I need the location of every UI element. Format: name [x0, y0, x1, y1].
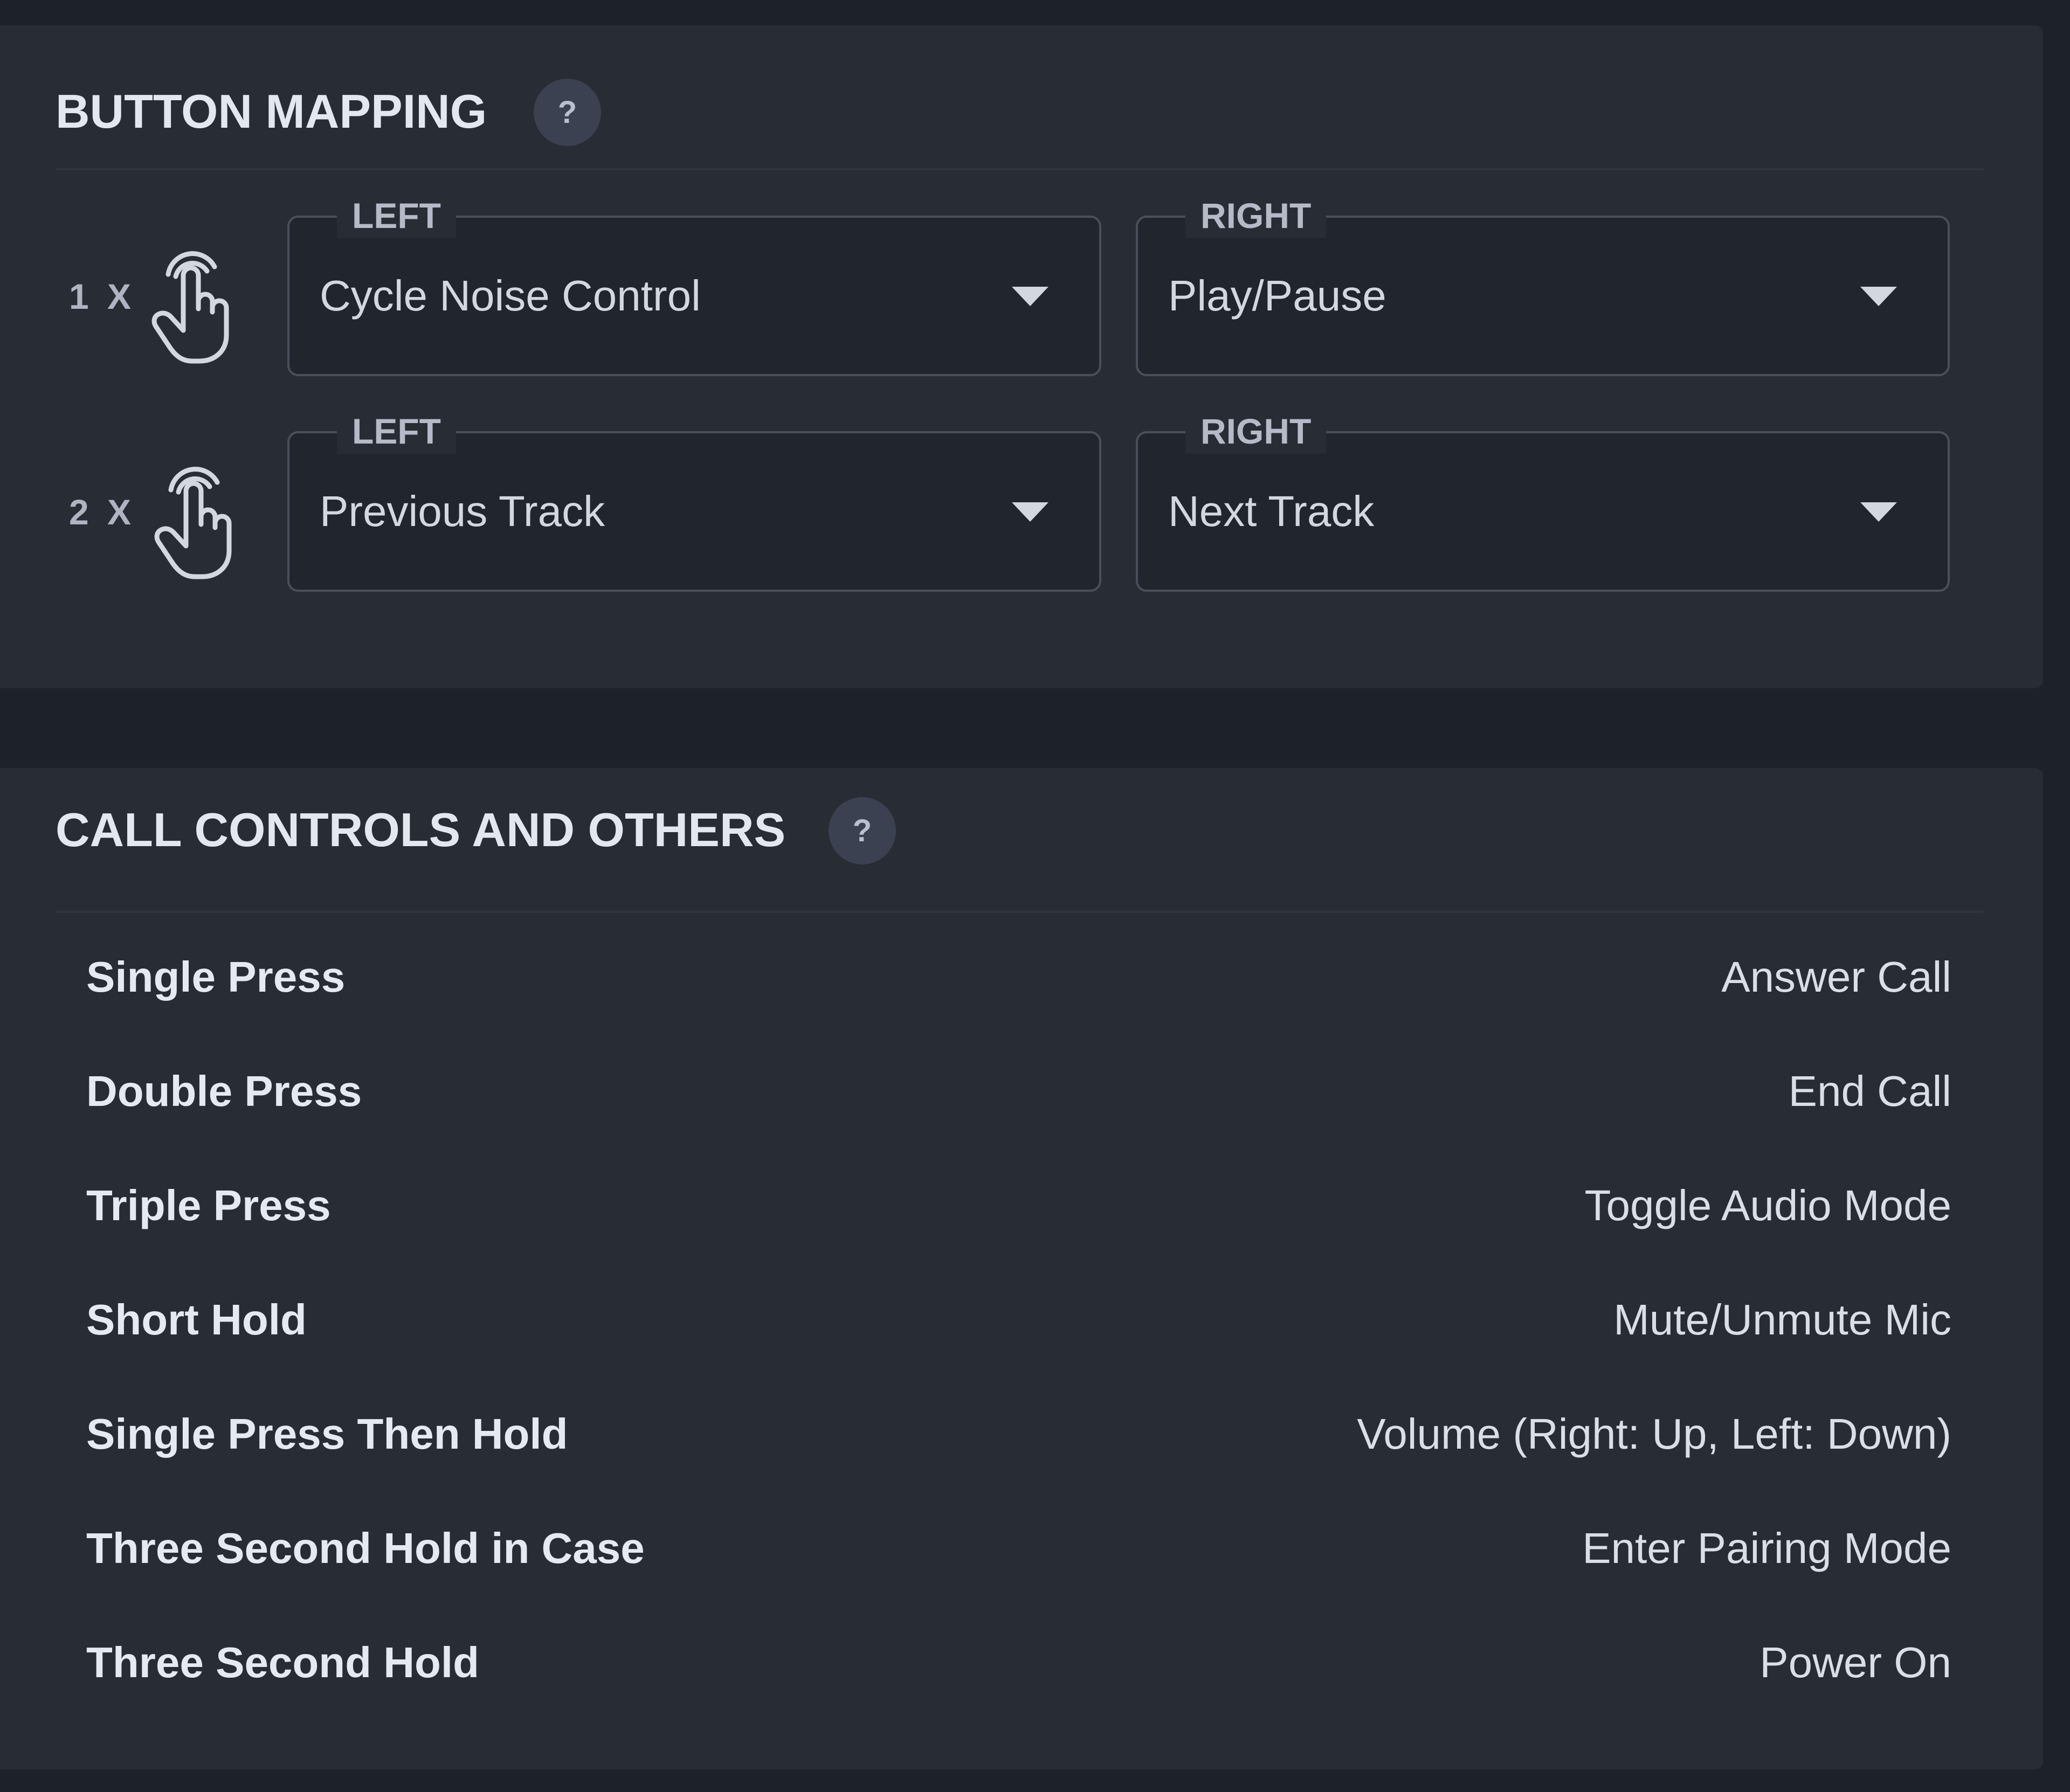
right-double-tap-value: Next Track [1168, 487, 1375, 535]
tap-hand-icon [151, 251, 229, 364]
call-result-value: Volume (Right: Up, Left: Down) [1357, 1410, 1951, 1458]
caret-down-icon [1012, 287, 1048, 306]
call-result-value: Answer Call [1721, 953, 1951, 1001]
button-mapping-title: BUTTON MAPPING [56, 85, 487, 138]
list-item: Triple Press Toggle Audio Mode [86, 1176, 1951, 1235]
left-double-tap-value: Previous Track [320, 487, 605, 535]
left-single-tap-value: Cycle Noise Control [320, 272, 701, 320]
call-action-label: Triple Press [86, 1181, 331, 1229]
caret-down-icon [1860, 287, 1897, 306]
button-mapping-help-icon[interactable]: ? [534, 79, 601, 146]
call-action-label: Double Press [86, 1067, 362, 1115]
call-action-label: Single Press [86, 953, 346, 1001]
tap-hand-icon [154, 467, 232, 579]
caret-down-icon [1012, 502, 1048, 522]
double-tap-label: 2 X [69, 492, 136, 532]
caret-down-icon [1860, 502, 1897, 522]
left-double-tap-select[interactable]: LEFT Previous Track [287, 409, 1101, 592]
call-result-value: Mute/Unmute Mic [1613, 1296, 1951, 1344]
call-controls-title: CALL CONTROLS AND OTHERS [56, 803, 786, 856]
list-item: Short Hold Mute/Unmute Mic [86, 1290, 1951, 1350]
list-item: Single Press Then Hold Volume (Right: Up… [86, 1404, 1951, 1464]
settings-page: BUTTON MAPPING ? 1 X LEFT Cycle Noise Co… [0, 0, 2070, 1792]
single-tap-label: 1 X [69, 276, 136, 316]
call-controls-panel: CALL CONTROLS AND OTHERS ? Single Press … [0, 768, 2043, 1769]
call-result-value: End Call [1788, 1067, 1951, 1115]
call-result-value: Enter Pairing Mode [1582, 1524, 1951, 1572]
left-single-tap-select[interactable]: LEFT Cycle Noise Control [287, 193, 1101, 376]
call-controls-divider [56, 911, 1984, 913]
list-item: Three Second Hold Power On [86, 1633, 1951, 1692]
call-action-label: Three Second Hold [86, 1638, 479, 1686]
call-result-value: Power On [1760, 1638, 1951, 1686]
call-action-label: Single Press Then Hold [86, 1410, 568, 1458]
call-action-label: Three Second Hold in Case [86, 1524, 645, 1572]
right-single-tap-select[interactable]: RIGHT Play/Pause [1136, 193, 1950, 376]
button-mapping-panel: BUTTON MAPPING ? 1 X LEFT Cycle Noise Co… [0, 25, 2043, 688]
right-double-tap-select[interactable]: RIGHT Next Track [1136, 409, 1950, 592]
list-item: Single Press Answer Call [86, 947, 1951, 1007]
call-controls-help-icon[interactable]: ? [829, 797, 896, 864]
call-result-value: Toggle Audio Mode [1584, 1181, 1951, 1229]
right-single-tap-value: Play/Pause [1168, 272, 1386, 320]
list-item: Double Press End Call [86, 1062, 1951, 1121]
list-item: Three Second Hold in Case Enter Pairing … [86, 1519, 1951, 1578]
call-action-label: Short Hold [86, 1296, 307, 1344]
button-mapping-divider [56, 168, 1984, 170]
